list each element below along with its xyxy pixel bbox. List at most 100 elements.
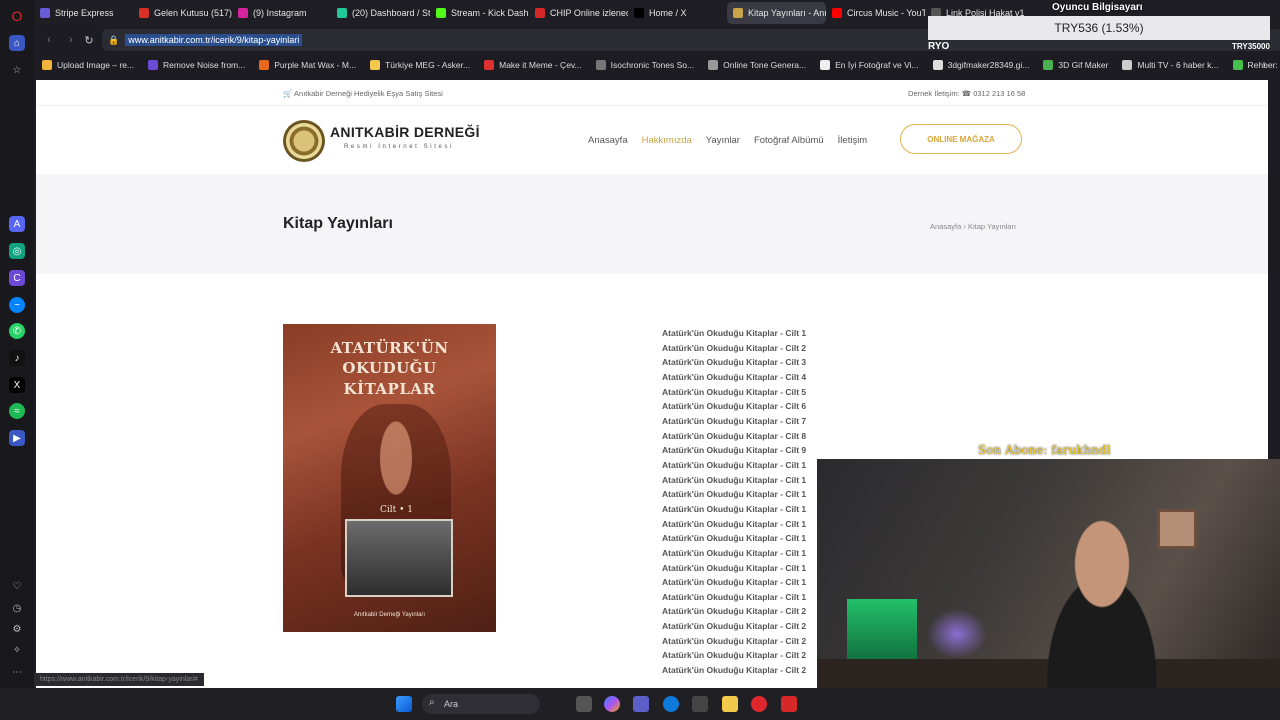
lightbulb-icon[interactable]: ✧ bbox=[9, 642, 25, 658]
aria-icon[interactable]: A bbox=[9, 216, 25, 232]
bookmark-item[interactable]: 3D Gif Maker bbox=[1043, 60, 1108, 70]
browser-tab[interactable]: Stripe Express bbox=[34, 2, 133, 24]
book-link[interactable]: Atatürk'ün Okuduğu Kitaplar - Cilt 2 bbox=[662, 604, 818, 619]
breadcrumb-home[interactable]: Anasayfa bbox=[930, 222, 961, 231]
book-link[interactable]: Atatürk'ün Okuduğu Kitaplar - Cilt 1 bbox=[662, 502, 818, 517]
book-link[interactable]: Atatürk'ün Okuduğu Kitaplar - Cilt 1 bbox=[662, 531, 818, 546]
copilot-icon[interactable] bbox=[604, 696, 620, 712]
menu-yayinlar[interactable]: Yayınlar bbox=[706, 135, 740, 146]
logo-title[interactable]: ANITKABİR DERNEĞİ bbox=[330, 124, 480, 140]
browser-tab[interactable]: Circus Music - YouTu bbox=[826, 2, 925, 24]
book-link[interactable]: Atatürk'ün Okuduğu Kitaplar - Cilt 1 bbox=[662, 517, 818, 532]
topbar-shop-link[interactable]: 🛒 Anıtkabir Derneği Hediyelik Eşya Satış… bbox=[283, 89, 443, 98]
bookmark-label: En İyi Fotoğraf ve Vi... bbox=[835, 60, 919, 70]
reload-button[interactable]: ↻ bbox=[78, 34, 100, 47]
book-link[interactable]: Atatürk'ün Okuduğu Kitaplar - Cilt 2 bbox=[662, 619, 818, 634]
player-icon[interactable]: ▶ bbox=[9, 430, 25, 446]
opera-logo-icon[interactable]: O bbox=[9, 8, 25, 24]
browser-tab[interactable]: Stream - Kick Dashbo bbox=[430, 2, 529, 24]
file-explorer-icon[interactable] bbox=[722, 696, 738, 712]
book-list: Atatürk'ün Okuduğu Kitaplar - Cilt 1 Atat… bbox=[662, 326, 818, 678]
windows-start-icon[interactable] bbox=[396, 696, 412, 712]
task-view-icon[interactable] bbox=[576, 696, 592, 712]
bookmark-label: Purple Mat Wax - M... bbox=[274, 60, 357, 70]
bookmark-item[interactable]: Isochronic Tones So... bbox=[595, 60, 694, 70]
more-icon[interactable]: ⋯ bbox=[9, 664, 25, 680]
browser-tab[interactable]: Kitap Yayınları - Anıtkabir bbox=[727, 2, 826, 24]
cover-title-line1: ATATÜRK'ÜN OKUDUĞU bbox=[330, 339, 449, 378]
bookmark-item[interactable]: Make it Meme - Çev... bbox=[484, 60, 582, 70]
bookmark-item[interactable]: Upload Image – re... bbox=[42, 60, 134, 70]
menu-iletisim[interactable]: İletişim bbox=[838, 135, 868, 146]
tab-favicon-icon bbox=[139, 8, 149, 18]
browser-tab[interactable]: (20) Dashboard / Stre bbox=[331, 2, 430, 24]
book-link[interactable]: Atatürk'ün Okuduğu Kitaplar - Cilt 1 bbox=[662, 546, 818, 561]
bookmark-item[interactable]: Rehber: Windows 1... bbox=[1232, 60, 1280, 70]
book-link[interactable]: Atatürk'ün Okuduğu Kitaplar - Cilt 6 bbox=[662, 399, 818, 414]
bookmark-item[interactable]: 3dgifmaker28349.gi... bbox=[932, 60, 1029, 70]
store-icon[interactable] bbox=[692, 696, 708, 712]
star-icon[interactable]: ☆ bbox=[9, 62, 25, 78]
book-link[interactable]: Atatürk'ün Okuduğu Kitaplar - Cilt 9 bbox=[662, 443, 818, 458]
whatsapp-icon[interactable]: ✆ bbox=[9, 323, 25, 339]
book-link[interactable]: Atatürk'ün Okuduğu Kitaplar - Cilt 5 bbox=[662, 385, 818, 400]
book-link[interactable]: Atatürk'ün Okuduğu Kitaplar - Cilt 2 bbox=[662, 634, 818, 649]
edge-icon[interactable] bbox=[663, 696, 679, 712]
bookmarks-more-icon[interactable]: › bbox=[1263, 60, 1266, 71]
book-link[interactable]: Atatürk'ün Okuduğu Kitaplar - Cilt 1 bbox=[662, 575, 818, 590]
history-icon[interactable]: ◷ bbox=[9, 600, 25, 616]
tiktok-icon[interactable]: ♪ bbox=[9, 350, 25, 366]
url-text[interactable]: www.anitkabir.com.tr/icerik/9/kitap-yayi… bbox=[125, 34, 303, 46]
back-button[interactable]: ‹ bbox=[38, 34, 60, 46]
ai-icon[interactable]: C bbox=[9, 270, 25, 286]
bookmark-item[interactable]: Purple Mat Wax - M... bbox=[259, 60, 356, 70]
bookmark-label: Online Tone Genera... bbox=[723, 60, 807, 70]
book-link[interactable]: Atatürk'ün Okuduğu Kitaplar - Cilt 2 bbox=[662, 648, 818, 663]
webcam-overlay bbox=[817, 459, 1280, 690]
bookmarks-bar: Upload Image – re... Remove Noise from...… bbox=[34, 56, 1280, 74]
browser-tab[interactable]: Home / X bbox=[628, 2, 727, 24]
opera-taskbar-icon[interactable] bbox=[751, 696, 767, 712]
tab-label: Home / X bbox=[649, 8, 687, 18]
spotify-icon[interactable]: ≈ bbox=[9, 403, 25, 419]
book-link[interactable]: Atatürk'ün Okuduğu Kitaplar - Cilt 1 bbox=[662, 473, 818, 488]
browser-sidebar: O ⌂ ☆ A ◎ C ~ ✆ ♪ X ≈ ▶ ♡ ◷ ⚙ ✧ ⋯ bbox=[0, 0, 34, 688]
logo-seal-icon[interactable] bbox=[283, 120, 325, 162]
taskbar-search[interactable]: ⌕ Ara bbox=[422, 694, 540, 714]
windows-taskbar: ⌕ Ara bbox=[0, 688, 1280, 720]
app-w-icon[interactable] bbox=[781, 696, 797, 712]
book-link[interactable]: Atatürk'ün Okuduğu Kitaplar - Cilt 1 bbox=[662, 487, 818, 502]
bookmark-item[interactable]: En İyi Fotoğraf ve Vi... bbox=[820, 60, 919, 70]
chatgpt-icon[interactable]: ◎ bbox=[9, 243, 25, 259]
bookmark-item[interactable]: Multi TV - 6 haber k... bbox=[1122, 60, 1219, 70]
book-cover-image[interactable]: ATATÜRK'ÜN OKUDUĞU KİTAPLAR Cilt • 1 Anı… bbox=[283, 324, 496, 632]
topbar-contact: Dernek İletişim: ☎ 0312 213 16 58 bbox=[908, 89, 1026, 98]
bookmark-item[interactable]: Online Tone Genera... bbox=[708, 60, 806, 70]
settings-icon[interactable]: ⚙ bbox=[9, 621, 25, 637]
book-link[interactable]: Atatürk'ün Okuduğu Kitaplar - Cilt 1 bbox=[662, 590, 818, 605]
bookmark-item[interactable]: Remove Noise from... bbox=[148, 60, 245, 70]
x-icon[interactable]: X bbox=[9, 377, 25, 393]
browser-tab[interactable]: CHIP Online izlenece bbox=[529, 2, 628, 24]
book-link[interactable]: Atatürk'ün Okuduğu Kitaplar - Cilt 1 bbox=[662, 326, 818, 341]
home-icon[interactable]: ⌂ bbox=[9, 35, 25, 51]
bookmark-favicon-icon bbox=[595, 60, 606, 70]
book-link[interactable]: Atatürk'ün Okuduğu Kitaplar - Cilt 1 bbox=[662, 561, 818, 576]
browser-tab[interactable]: Gelen Kutusu (517) - bbox=[133, 2, 232, 24]
bookmark-item[interactable]: Türkiye MEG - Asker... bbox=[370, 60, 470, 70]
book-link[interactable]: Atatürk'ün Okuduğu Kitaplar - Cilt 8 bbox=[662, 429, 818, 444]
book-link[interactable]: Atatürk'ün Okuduğu Kitaplar - Cilt 2 bbox=[662, 341, 818, 356]
teams-icon[interactable] bbox=[633, 696, 649, 712]
book-link[interactable]: Atatürk'ün Okuduğu Kitaplar - Cilt 2 bbox=[662, 663, 818, 678]
menu-anasayfa[interactable]: Anasayfa bbox=[588, 135, 628, 146]
menu-fotograf-albumu[interactable]: Fotoğraf Albümü bbox=[754, 135, 824, 146]
book-link[interactable]: Atatürk'ün Okuduğu Kitaplar - Cilt 4 bbox=[662, 370, 818, 385]
messenger-icon[interactable]: ~ bbox=[9, 297, 25, 313]
browser-tab[interactable]: (9) Instagram bbox=[232, 2, 331, 24]
heart-icon[interactable]: ♡ bbox=[9, 578, 25, 594]
menu-hakkimizda[interactable]: Hakkımızda bbox=[642, 135, 692, 146]
book-link[interactable]: Atatürk'ün Okuduğu Kitaplar - Cilt 1 bbox=[662, 458, 818, 473]
online-shop-button[interactable]: ONLINE MAĞAZA bbox=[900, 124, 1022, 154]
book-link[interactable]: Atatürk'ün Okuduğu Kitaplar - Cilt 7 bbox=[662, 414, 818, 429]
book-link[interactable]: Atatürk'ün Okuduğu Kitaplar - Cilt 3 bbox=[662, 355, 818, 370]
